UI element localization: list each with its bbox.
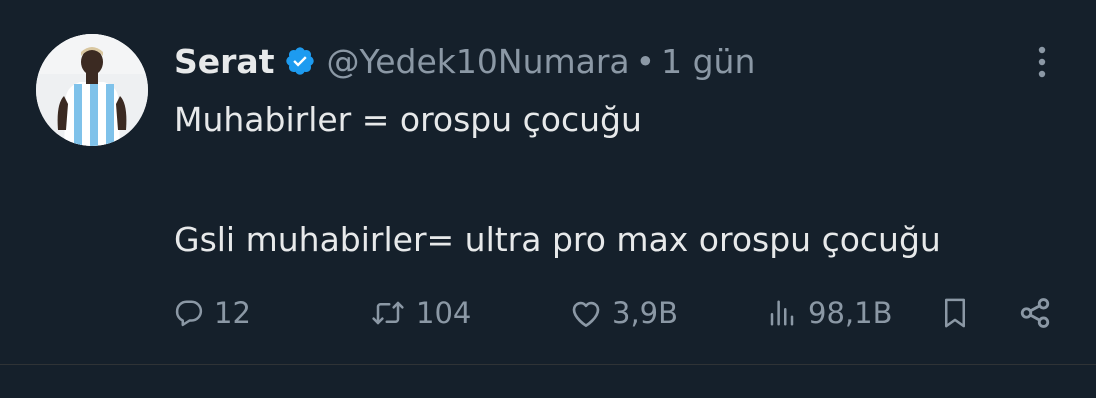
author-name[interactable]: Serat <box>174 42 274 81</box>
views-icon <box>770 300 794 326</box>
tweet-card[interactable]: Serat @Yedek10Numara • 1 gün Muhabirler … <box>0 0 1096 364</box>
author-handle[interactable]: @Yedek10Numara <box>326 42 629 81</box>
like-button[interactable]: 3,9B <box>570 288 678 338</box>
tweet-text-line-1: Muhabirler = orospu çocuğu <box>174 100 642 139</box>
like-count: 3,9B <box>612 296 679 330</box>
heart-icon <box>572 301 600 327</box>
tweet-divider <box>0 364 1096 365</box>
retweet-count: 104 <box>416 296 472 330</box>
header-separator: • <box>635 41 656 81</box>
views-button[interactable]: 98,1B <box>766 288 892 338</box>
avatar[interactable] <box>36 34 148 146</box>
bookmark-icon <box>945 298 965 328</box>
tweet-text-line-2: Gsli muhabirler= ultra pro max orospu ço… <box>174 220 941 259</box>
views-count: 98,1B <box>808 296 893 330</box>
avatar-photo-icon <box>36 34 148 146</box>
share-button[interactable] <box>1018 288 1052 338</box>
reply-count: 12 <box>214 296 251 330</box>
tweet-actions: 12 104 3,9B 98,1B <box>174 288 1064 338</box>
tweet-header: Serat @Yedek10Numara • 1 gün <box>174 36 755 86</box>
retweet-button[interactable]: 104 <box>370 288 471 338</box>
tweet-text: Muhabirler = orospu çocuğu Gsli muhabirl… <box>174 96 1074 264</box>
retweet-icon <box>372 301 404 325</box>
share-icon <box>1020 298 1050 328</box>
tweet-timestamp[interactable]: 1 gün <box>661 42 755 81</box>
verified-badge-icon <box>284 45 316 77</box>
more-options-icon[interactable] <box>1030 42 1054 82</box>
bookmark-button[interactable] <box>940 288 970 338</box>
reply-button[interactable]: 12 <box>174 288 251 338</box>
reply-icon <box>175 300 203 327</box>
